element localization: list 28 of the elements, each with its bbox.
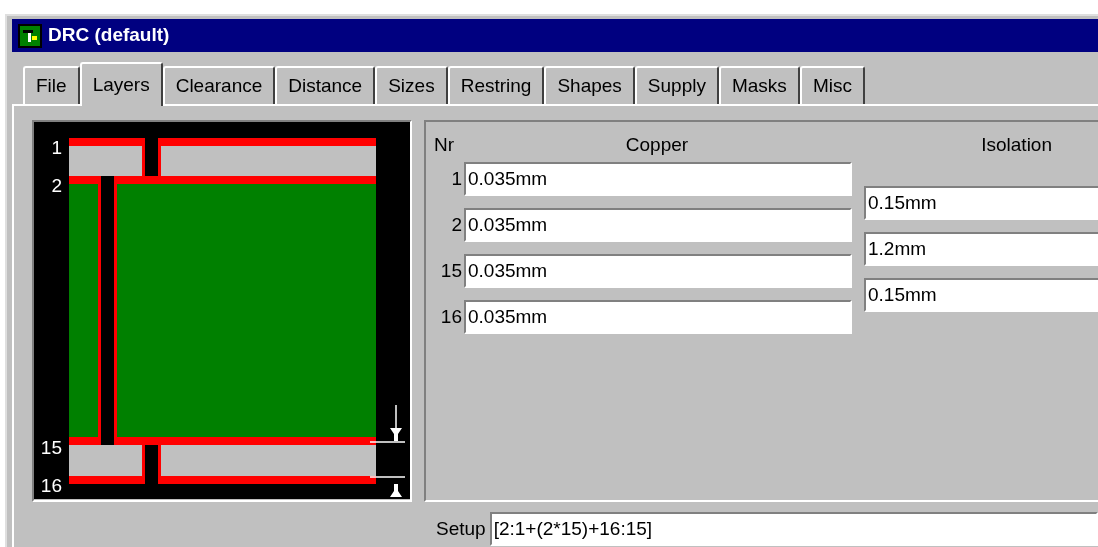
layer-number: 2: [450, 212, 462, 237]
copper-field[interactable]: 0.035mm: [464, 254, 852, 288]
tab[interactable]: Misc: [799, 66, 865, 104]
setup-field[interactable]: [2:1+(2*15)+16:15]: [489, 512, 1098, 546]
copper-field[interactable]: 0.035mm: [464, 162, 852, 196]
layer-stack-drawing: 1 2 15 16: [34, 122, 410, 499]
window-title: DRC (default): [48, 23, 170, 48]
setup-label: Setup: [436, 516, 486, 541]
copper-field[interactable]: 0.035mm: [464, 300, 852, 334]
column-header: Copper: [624, 132, 690, 157]
layer-number: 1: [450, 166, 462, 191]
app-icon: [18, 23, 42, 48]
copper-field[interactable]: 0.035mm: [464, 208, 852, 242]
tab[interactable]: Restring: [447, 66, 545, 104]
column-header: Isolation: [980, 132, 1052, 157]
tab[interactable]: Masks: [718, 66, 800, 104]
tab[interactable]: Shapes: [544, 66, 635, 104]
tab[interactable]: Supply: [634, 66, 719, 104]
isolation-field[interactable]: 1.2mm: [864, 232, 1098, 266]
layer-number: 15: [439, 258, 462, 283]
tab[interactable]: Clearance: [162, 66, 276, 104]
column-header: Nr: [434, 132, 456, 157]
tab[interactable]: Layers: [79, 62, 163, 106]
isolation-field[interactable]: 0.15mm: [864, 278, 1098, 312]
tab[interactable]: Sizes: [375, 66, 448, 104]
isolation-field[interactable]: 0.15mm: [864, 186, 1098, 220]
layer-number: 16: [439, 304, 462, 329]
tab[interactable]: Distance: [275, 66, 376, 104]
